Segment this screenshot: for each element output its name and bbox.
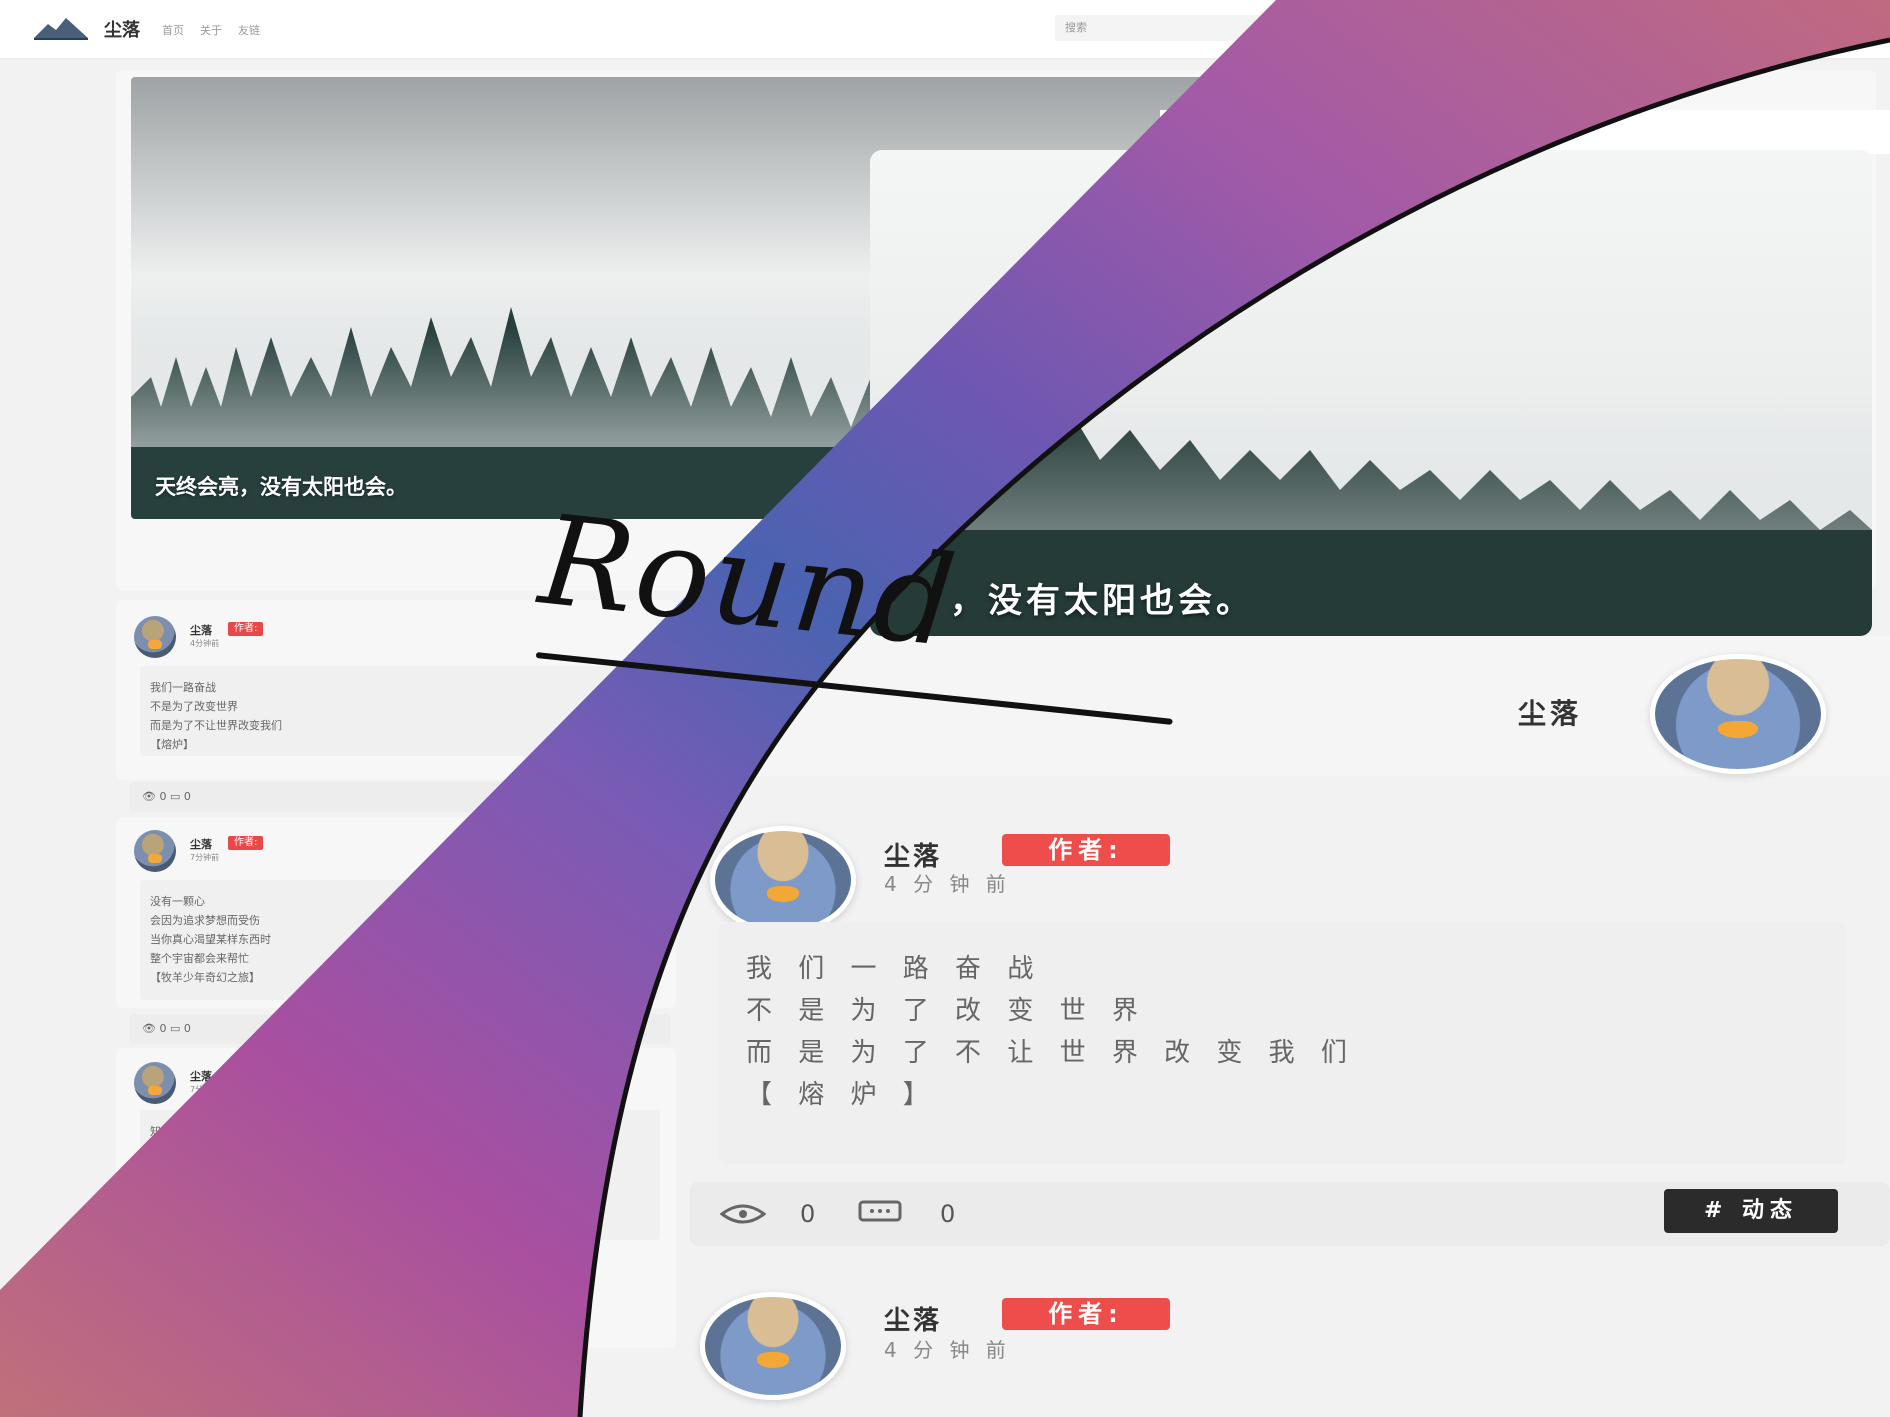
screenshot-stage: 尘落 首页 关于 友链 搜索 天终会亮，没有太阳也会。 尘落 作者: 4分钟前 … bbox=[0, 0, 1890, 1417]
diagonal-sweep-overlay bbox=[0, 0, 1890, 1417]
